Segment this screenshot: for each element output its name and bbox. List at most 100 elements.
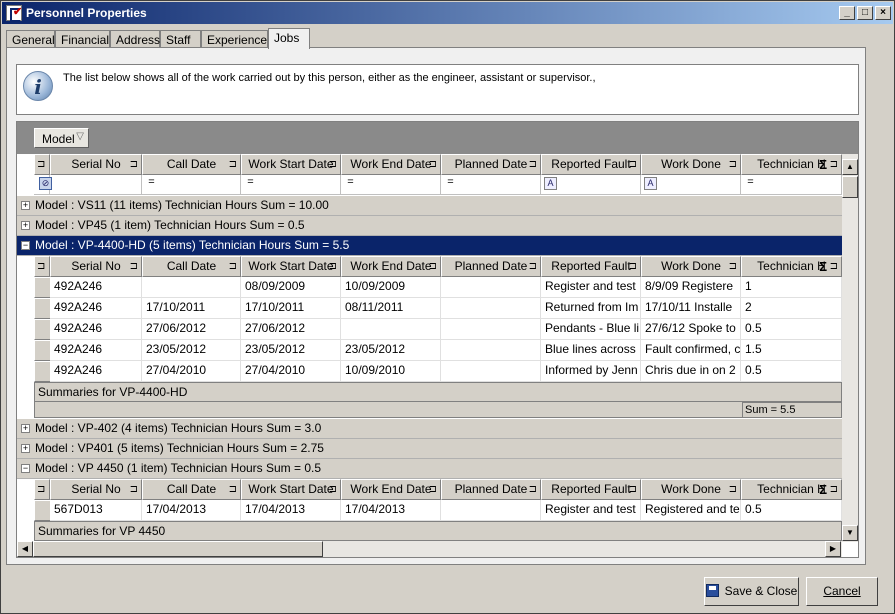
cell-work-done[interactable]: Chris due in on 2 (641, 361, 741, 382)
pin-icon[interactable]: ⊐ (229, 155, 237, 174)
equals-filter-icon[interactable]: = (444, 177, 457, 190)
pin-icon[interactable]: ⊐ (529, 480, 537, 499)
cell-technician-h[interactable]: 0.5 (741, 361, 842, 382)
pin-icon[interactable]: ⊐ (130, 155, 138, 174)
pin-icon[interactable]: ⊐ (429, 257, 437, 276)
cell-work-done[interactable]: 8/9/09 Registere (641, 277, 741, 298)
column-header-work-done[interactable]: Work Done ⊐ (641, 256, 741, 277)
filter-clear-cell[interactable]: ⊘ (34, 175, 52, 195)
cell-serial-no[interactable]: 492A246 (50, 319, 142, 340)
pin-icon[interactable]: ⊐ (130, 257, 138, 276)
tab-experience[interactable]: Experience (201, 30, 268, 48)
group-by-model-button[interactable]: Model ▽ (34, 128, 89, 148)
tab-staff[interactable]: Staff (160, 30, 201, 48)
scroll-down-button[interactable]: ▼ (842, 525, 858, 541)
group-row[interactable]: + Model : VP401 (5 items) Technician Hour… (17, 439, 842, 459)
column-header-work-end-date[interactable]: Work End Date ⊐ (341, 154, 441, 175)
group-row[interactable]: − Model : VP 4450 (1 item) Technician Hou… (17, 459, 842, 479)
tab-jobs[interactable]: Jobs (268, 28, 310, 49)
cell-work-start-date[interactable]: 17/04/2013 (241, 500, 341, 521)
cell-work-end-date[interactable]: 10/09/2010 (341, 361, 441, 382)
column-chooser[interactable]: ⊐ (34, 256, 50, 277)
column-header-call-date[interactable]: Call Date ⊐ (142, 256, 241, 277)
column-header-technician-h[interactable]: Technician H Σ ⊐ (741, 479, 842, 500)
cell-reported-fault[interactable]: Pendants - Blue li (541, 319, 641, 340)
scroll-left-button[interactable]: ◀ (17, 541, 33, 557)
vertical-scroll-thumb[interactable] (842, 176, 858, 198)
scroll-right-button[interactable]: ▶ (825, 541, 841, 557)
pin-icon[interactable]: ⊐ (830, 257, 838, 276)
cell-call-date[interactable]: 27/04/2010 (142, 361, 241, 382)
maximize-button[interactable]: □ (857, 6, 873, 20)
column-header-reported-fault[interactable]: Reported Fault ⊐ (541, 256, 641, 277)
column-header-reported-fault[interactable]: Reported Fault ⊐ (541, 154, 641, 175)
cell-work-start-date[interactable]: 17/10/2011 (241, 298, 341, 319)
cell-work-end-date[interactable]: 17/04/2013 (341, 500, 441, 521)
cell-technician-h[interactable]: 2 (741, 298, 842, 319)
cell-work-done[interactable]: 27/6/12 Spoke to (641, 319, 741, 340)
column-header-serial-no[interactable]: Serial No ⊐ (50, 154, 142, 175)
cell-reported-fault[interactable]: Register and test (541, 500, 641, 521)
pin-icon[interactable]: ⊐ (429, 480, 437, 499)
text-filter-icon[interactable]: A (644, 177, 657, 190)
cell-serial-no[interactable]: 492A246 (50, 277, 142, 298)
column-header-call-date[interactable]: Call Date ⊐ (142, 154, 241, 175)
expand-icon[interactable]: + (21, 424, 30, 433)
pin-icon[interactable]: ⊐ (729, 480, 737, 499)
pin-icon[interactable]: ⊐ (629, 155, 637, 174)
table-row[interactable]: 492A246 27/06/2012 27/06/2012 Pendants - Bl… (34, 319, 842, 340)
cell-work-end-date[interactable]: 23/05/2012 (341, 340, 441, 361)
filter-cell-reported-fault[interactable]: A (541, 175, 641, 195)
cell-technician-h[interactable]: 0.5 (741, 319, 842, 340)
cell-technician-h[interactable]: 0.5 (741, 500, 842, 521)
equals-filter-icon[interactable]: = (244, 177, 257, 190)
group-row[interactable]: + Model : VS11 (11 items) Technician Hour… (17, 196, 842, 216)
horizontal-scroll-thumb[interactable] (33, 541, 323, 557)
filter-cell-call-date[interactable]: = (142, 175, 241, 195)
equals-filter-icon[interactable]: = (744, 177, 757, 190)
pin-icon[interactable]: ⊐ (830, 480, 838, 499)
cell-work-done[interactable]: Registered and te (641, 500, 741, 521)
pin-icon[interactable]: ⊐ (830, 155, 838, 174)
pin-icon[interactable]: ⊐ (130, 480, 138, 499)
column-header-work-start-date[interactable]: Work Start Date ⊐ (241, 479, 341, 500)
column-header-work-done[interactable]: Work Done ⊐ (641, 154, 741, 175)
column-header-serial-no[interactable]: Serial No ⊐ (50, 479, 142, 500)
collapse-icon[interactable]: − (21, 464, 30, 473)
equals-filter-icon[interactable]: = (145, 177, 158, 190)
cell-call-date[interactable] (142, 277, 241, 298)
horizontal-scrollbar[interactable]: ◀ ▶ (17, 541, 842, 557)
cell-planned-date[interactable] (441, 340, 541, 361)
pin-icon[interactable]: ⊐ (629, 257, 637, 276)
cell-reported-fault[interactable]: Blue lines across (541, 340, 641, 361)
cell-serial-no[interactable]: 492A246 (50, 340, 142, 361)
tab-financial[interactable]: Financial (55, 30, 110, 48)
close-button[interactable]: × (875, 6, 891, 20)
cell-work-start-date[interactable]: 23/05/2012 (241, 340, 341, 361)
column-header-planned-date[interactable]: Planned Date ⊐ (441, 154, 541, 175)
column-header-work-start-date[interactable]: Work Start Date ⊐ (241, 154, 341, 175)
cell-reported-fault[interactable]: Returned from Im (541, 298, 641, 319)
cell-planned-date[interactable] (441, 500, 541, 521)
group-row[interactable]: + Model : VP-402 (4 items) Technician Hou… (17, 419, 842, 439)
pin-icon[interactable]: ⊐ (529, 155, 537, 174)
expand-icon[interactable]: + (21, 444, 30, 453)
table-row[interactable]: 492A246 08/09/2009 10/09/2009 Register and … (34, 277, 842, 298)
cell-planned-date[interactable] (441, 298, 541, 319)
cell-serial-no[interactable]: 492A246 (50, 298, 142, 319)
column-header-technician-h[interactable]: Technician H Σ ⊐ (741, 256, 842, 277)
cell-work-end-date[interactable] (341, 319, 441, 340)
pin-icon[interactable]: ⊐ (329, 480, 337, 499)
cell-technician-h[interactable]: 1 (741, 277, 842, 298)
save-close-button[interactable]: Save & Close (704, 577, 799, 606)
table-row[interactable]: 492A246 27/04/2010 27/04/2010 10/09/2010 Inf… (34, 361, 842, 382)
cell-work-start-date[interactable]: 27/06/2012 (241, 319, 341, 340)
tab-address[interactable]: Address (110, 30, 160, 48)
minimize-button[interactable]: _ (839, 6, 855, 20)
cell-serial-no[interactable]: 567D013 (50, 500, 142, 521)
table-row[interactable]: 492A246 23/05/2012 23/05/2012 23/05/2012 Blu… (34, 340, 842, 361)
filter-cell-planned-date[interactable]: = (441, 175, 541, 195)
column-header-work-start-date[interactable]: Work Start Date ⊐ (241, 256, 341, 277)
pin-icon[interactable]: ⊐ (229, 257, 237, 276)
pin-icon[interactable]: ⊐ (329, 257, 337, 276)
